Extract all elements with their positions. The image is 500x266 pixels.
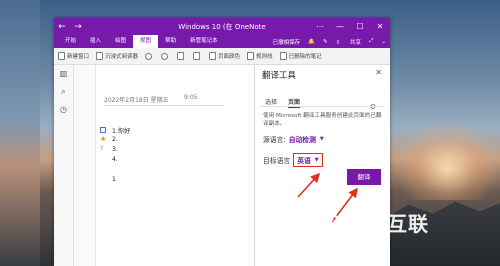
target-language-label: 目标语言	[263, 157, 291, 165]
zoom-out-button[interactable]	[145, 52, 154, 60]
menu-right-group: 已撤相保存 🔔 ✎ ⇪ 共享 ⤢ ⌄	[265, 38, 390, 46]
star-icon: ★	[100, 135, 107, 143]
deleted-notes-label: 已删除的笔记	[288, 54, 322, 60]
page-width-icon	[177, 52, 185, 60]
tab-insert[interactable]: 插入	[83, 35, 108, 48]
close-button[interactable]: ✕	[370, 22, 390, 31]
page-width-button[interactable]	[177, 52, 186, 60]
page-color-label: 页面颜色	[218, 54, 241, 60]
immersive-reader-label: 沉浸式阅读器	[105, 54, 139, 60]
tab-draw[interactable]: 绘图	[108, 35, 133, 48]
title-bar: ← → Windows 10 (在 OneNote ⋯ — ☐ ✕	[54, 18, 390, 35]
ribbon: 新建窗口 沉浸式阅读器 页面颜色 规则线 已删除的笔记	[54, 48, 390, 65]
immersive-reader-button[interactable]: 沉浸式阅读器	[96, 52, 138, 60]
window-icon	[58, 52, 65, 60]
translate-button[interactable]: 翻译	[347, 169, 381, 185]
search-icon[interactable]: ⌕	[54, 83, 73, 101]
page-color-icon	[209, 52, 217, 60]
watermark: 自由互联	[313, 208, 429, 237]
share-button[interactable]: ⇪ 共享	[336, 38, 361, 46]
share-label: 共享	[349, 39, 361, 46]
note-line[interactable]: 3.	[112, 146, 118, 153]
gear-icon[interactable]: ⚙	[370, 103, 376, 111]
source-language-label: 源语言:	[263, 136, 286, 144]
section-pane	[74, 65, 96, 266]
zoom-in-icon	[161, 52, 169, 60]
note-page[interactable]: 2022年2月18日 星期五 9:05 1.你好 ★ 2. ? 3. 4. 1	[96, 65, 250, 266]
translator-description: 使用 Microsoft 翻译工具服务创建此页面的已翻译副本。	[263, 113, 382, 127]
more-options-button[interactable]: ⋯	[310, 22, 330, 31]
note-line[interactable]: 4.	[112, 156, 118, 163]
page-date: 2022年2月18日 星期五	[104, 97, 169, 104]
chevron-down-icon: ▼	[314, 157, 319, 163]
reader-icon	[96, 52, 104, 60]
bell-icon[interactable]: 🔔	[308, 39, 315, 45]
note-line[interactable]: 2.	[112, 136, 118, 143]
notebooks-icon[interactable]: ▥	[54, 65, 73, 83]
target-language-row: 目标语言 英语 ▼	[263, 153, 323, 167]
left-navigation: ▥ ⌕ ◷	[54, 65, 74, 266]
maximize-button[interactable]: ☐	[350, 22, 370, 31]
deleted-notes-button[interactable]: 已删除的笔记	[279, 52, 322, 60]
source-language-row: 源语言: 自动检测 ▼	[263, 134, 324, 144]
fit-page-icon	[193, 52, 201, 60]
window-controls: ⋯ — ☐ ✕	[310, 22, 390, 31]
zoom-out-icon	[145, 52, 153, 60]
tab-home[interactable]: 开始	[58, 35, 83, 48]
tab-view[interactable]: 视图	[133, 35, 159, 48]
page-color-button[interactable]: 页面颜色	[209, 52, 240, 60]
expand-icon[interactable]: ⤢	[369, 38, 373, 45]
menu-bar: 开始 插入 绘图 视图 帮助 新管笔记本 已撤相保存 🔔 ✎ ⇪ 共享 ⤢ ⌄	[54, 35, 390, 48]
question-icon: ?	[100, 145, 104, 152]
target-language-select[interactable]: 英语 ▼	[293, 153, 323, 167]
close-icon[interactable]: ✕	[375, 68, 382, 77]
rule-lines-button[interactable]: 规则线	[247, 52, 273, 60]
fit-page-button[interactable]	[193, 52, 202, 60]
new-window-label: 新建窗口	[67, 54, 90, 60]
tab-notebook[interactable]: 新管笔记本	[183, 35, 225, 48]
pen-icon[interactable]: ✎	[323, 39, 328, 45]
desktop-background-left	[0, 0, 40, 266]
page-time: 9:05	[184, 94, 198, 101]
minimize-button[interactable]: —	[330, 22, 350, 31]
trash-icon	[279, 52, 287, 60]
saved-status: 已撤相保存	[272, 39, 301, 46]
source-language-select[interactable]: 自动检测	[289, 134, 316, 144]
rule-lines-label: 规则线	[256, 54, 273, 60]
watermark-text: 自由互联	[345, 212, 429, 236]
rule-lines-icon	[247, 52, 255, 60]
note-line[interactable]: 1	[112, 176, 116, 183]
recent-clock-icon[interactable]: ◷	[54, 101, 73, 119]
chevron-down-icon[interactable]: ⌄	[381, 39, 386, 45]
watermark-logo-icon	[313, 209, 339, 236]
tab-divider	[260, 106, 385, 107]
tab-selection[interactable]: 选择	[265, 97, 277, 106]
todo-checkbox-icon[interactable]	[100, 127, 106, 133]
translator-title: 翻译工具	[262, 71, 297, 81]
note-line[interactable]: 1.你好	[112, 126, 130, 135]
new-window-button[interactable]: 新建窗口	[58, 52, 89, 60]
zoom-in-button[interactable]	[161, 52, 170, 60]
chevron-down-icon[interactable]: ▼	[320, 136, 324, 142]
tab-help[interactable]: 帮助	[158, 35, 183, 48]
target-language-value: 英语	[297, 157, 311, 165]
desktop-sunset-glow	[395, 120, 500, 200]
title-underline	[104, 105, 224, 106]
